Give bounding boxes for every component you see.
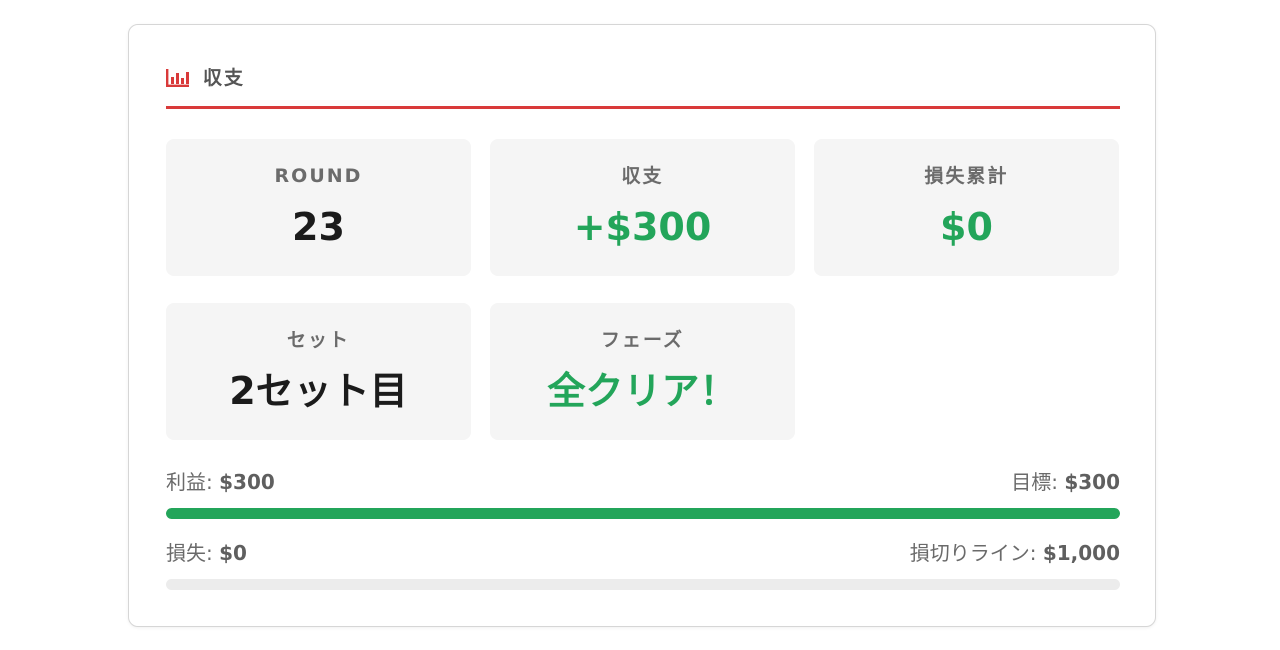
target-label: 目標: $300 <box>1011 468 1120 496</box>
profit-label-text: 利益: <box>166 470 220 494</box>
stat-value: 全クリア！ <box>547 369 738 413</box>
stop-loss-label: 損切りライン: $1,000 <box>910 539 1120 567</box>
loss-progress-bar <box>166 579 1120 590</box>
profit-progress-fill <box>166 508 1120 519</box>
stat-value: 2セット目 <box>229 369 408 413</box>
profit-bar-labels: 利益: $300 目標: $300 <box>166 468 1120 496</box>
stat-label: 損失累計 <box>924 165 1009 187</box>
stat-round: ROUND 23 <box>166 139 471 276</box>
card-title: 収支 <box>203 67 246 89</box>
loss-bar-labels: 損失: $0 損切りライン: $1,000 <box>166 539 1120 567</box>
stat-value: 23 <box>292 205 345 249</box>
stat-value: $0 <box>940 205 993 249</box>
loss-value: $0 <box>219 541 247 565</box>
stop-loss-value: $1,000 <box>1042 541 1120 565</box>
profit-progress-bar <box>166 508 1120 519</box>
stat-label: セット <box>286 329 350 351</box>
stat-label: ROUND <box>274 165 363 187</box>
balance-card: 収支 ROUND 23 収支 +$300 損失累計 $0 セット 2セット目 フ… <box>128 24 1156 627</box>
stat-label: 収支 <box>621 165 664 187</box>
stat-value: +$300 <box>573 205 712 249</box>
loss-label: 損失: $0 <box>166 539 247 567</box>
stat-balance: 収支 +$300 <box>490 139 795 276</box>
profit-label: 利益: $300 <box>166 468 275 496</box>
stat-label: フェーズ <box>600 329 685 351</box>
stat-total-loss: 損失累計 $0 <box>814 139 1119 276</box>
stat-set: セット 2セット目 <box>166 303 471 440</box>
target-value: $300 <box>1064 470 1120 494</box>
card-header: 収支 <box>166 65 1120 109</box>
profit-value: $300 <box>219 470 275 494</box>
stat-phase: フェーズ 全クリア！ <box>490 303 795 440</box>
stop-loss-label-text: 損切りライン: <box>909 541 1043 565</box>
target-label-text: 目標: <box>1011 470 1065 494</box>
loss-label-text: 損失: <box>166 541 220 565</box>
bar-chart-icon <box>166 69 190 87</box>
